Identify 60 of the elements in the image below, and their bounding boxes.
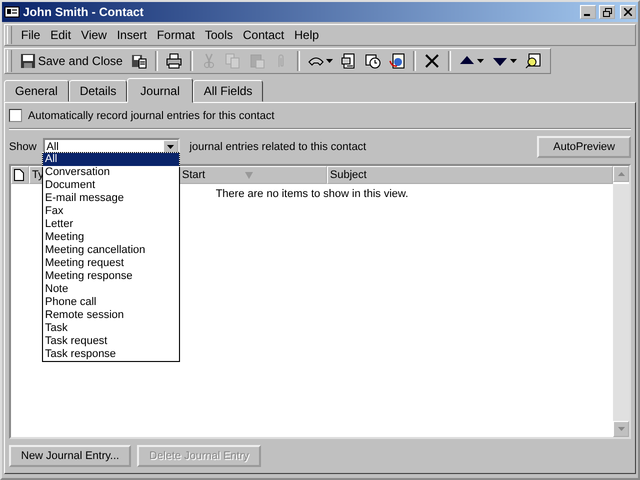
menu-item[interactable]: Help bbox=[290, 26, 323, 44]
menu-item[interactable]: Format bbox=[152, 26, 199, 44]
menu-item[interactable]: Tools bbox=[200, 26, 237, 44]
dropdown-option[interactable]: Meeting cancellation bbox=[43, 244, 179, 257]
dropdown-option[interactable]: Meeting response bbox=[43, 270, 179, 283]
dropdown-option[interactable]: Meeting bbox=[43, 231, 179, 244]
restore-button[interactable] bbox=[599, 5, 615, 19]
column-header[interactable]: Start bbox=[179, 166, 327, 184]
dropdown-option[interactable]: Letter bbox=[43, 218, 179, 231]
dropdown-option[interactable]: Meeting request bbox=[43, 257, 179, 270]
column-header[interactable]: Subject bbox=[327, 166, 613, 184]
checkbox[interactable] bbox=[9, 109, 22, 122]
tab[interactable]: All Fields bbox=[192, 80, 264, 102]
window-title: John Smith - Contact bbox=[23, 5, 145, 19]
dropdown-option[interactable]: Fax bbox=[43, 205, 179, 218]
dropdown-option[interactable]: Task response bbox=[43, 348, 179, 361]
floppy-icon bbox=[20, 53, 36, 69]
action-button[interactable]: New Journal Entry... bbox=[9, 445, 132, 467]
dropdown-option[interactable]: Phone call bbox=[43, 296, 179, 309]
printer-icon bbox=[166, 53, 182, 69]
clipboard-icon bbox=[248, 53, 265, 69]
minimize-button[interactable] bbox=[580, 5, 596, 19]
restore-icon bbox=[602, 8, 612, 16]
dropdown-option[interactable]: Conversation bbox=[43, 166, 179, 179]
menu-item[interactable]: File bbox=[17, 26, 44, 44]
save-and-close-button[interactable]: Save and Close bbox=[17, 50, 126, 72]
checkbox-label: Automatically record journal entries for this contact bbox=[28, 110, 274, 122]
close-button[interactable] bbox=[620, 5, 636, 19]
tab[interactable]: General bbox=[4, 80, 69, 102]
calendar-clock-icon bbox=[364, 53, 381, 69]
floppy-icon bbox=[130, 53, 147, 69]
dropdown-option[interactable]: Task request bbox=[43, 335, 179, 348]
empty-message: There are no items to show in this view. bbox=[216, 188, 408, 202]
tab[interactable]: Details bbox=[68, 80, 128, 102]
contact-card-icon bbox=[4, 4, 20, 20]
dropdown-option[interactable]: Remote session bbox=[43, 309, 179, 322]
show-label: Show bbox=[9, 141, 37, 153]
autopreview-button[interactable]: AutoPreview bbox=[537, 136, 631, 158]
dropdown-option[interactable]: Task bbox=[43, 322, 179, 335]
dropdown-option[interactable]: Document bbox=[43, 179, 179, 192]
menu-item[interactable]: Edit bbox=[46, 26, 76, 44]
menu-item[interactable]: Insert bbox=[112, 26, 151, 44]
dropdown-option[interactable]: All bbox=[43, 153, 179, 166]
sort-icon bbox=[245, 172, 254, 178]
menu-item[interactable]: View bbox=[77, 26, 111, 44]
dropdown-option[interactable]: E-mail message bbox=[43, 192, 179, 205]
copy-icon bbox=[224, 53, 241, 69]
show-description: journal entries related to this contact bbox=[190, 141, 366, 153]
close-icon bbox=[624, 8, 632, 16]
menu-item[interactable]: Contact bbox=[238, 26, 288, 44]
scroll-up-button[interactable] bbox=[613, 166, 629, 182]
dropdown-option[interactable]: Note bbox=[43, 283, 179, 296]
document-icon bbox=[14, 169, 24, 181]
up-arrow-icon bbox=[618, 172, 624, 176]
scroll-down-button[interactable] bbox=[613, 421, 629, 437]
delete-icon bbox=[424, 53, 440, 69]
tab[interactable]: Journal bbox=[127, 78, 193, 103]
caret-icon bbox=[166, 145, 174, 149]
down-arrow-icon bbox=[618, 427, 624, 431]
column-header[interactable] bbox=[11, 166, 29, 184]
